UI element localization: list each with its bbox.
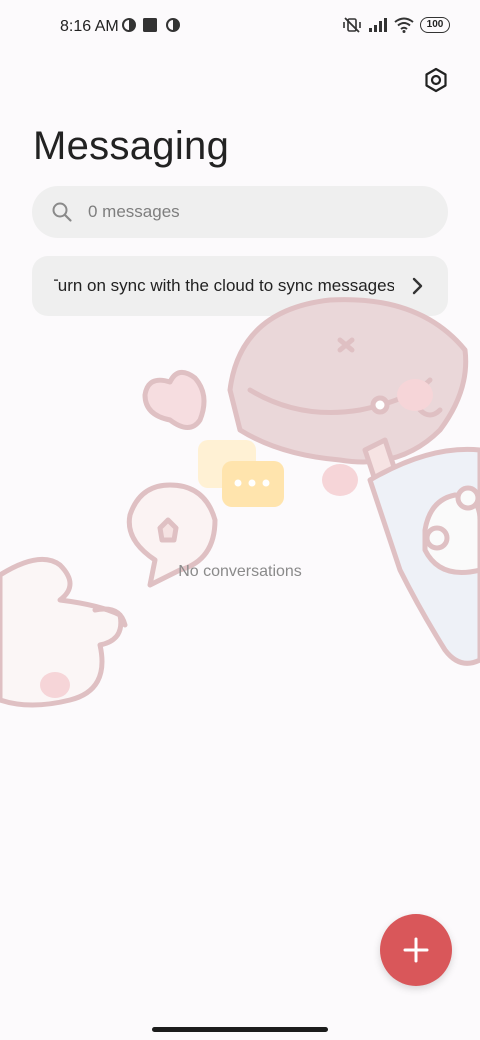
new-message-button[interactable] xyxy=(380,914,452,986)
battery-icon: 100 xyxy=(420,17,450,33)
home-indicator[interactable] xyxy=(152,1027,328,1032)
settings-hexagon-icon xyxy=(425,67,447,93)
page-title: Messaging xyxy=(33,124,230,168)
search-bar[interactable]: 0 messages xyxy=(32,186,448,238)
status-indicators: 100 xyxy=(342,16,450,34)
status-time: 8:16 AM xyxy=(60,18,119,35)
chat-bubbles-icon xyxy=(198,440,284,507)
search-placeholder: 0 messages xyxy=(88,202,180,221)
plus-icon xyxy=(403,937,429,963)
status-bar: 8:16 AM 100 xyxy=(0,0,480,56)
empty-state-text: No conversations xyxy=(178,563,302,580)
signal-icon xyxy=(369,18,387,32)
square-icon xyxy=(143,18,157,32)
wallpaper-illustration xyxy=(0,297,480,708)
wifi-icon xyxy=(394,17,414,33)
theme-icon xyxy=(122,18,136,32)
vibrate-off-icon xyxy=(343,17,361,33)
settings-button[interactable] xyxy=(420,64,452,96)
search-icon xyxy=(52,202,72,222)
messaging-screen: 8:16 AM 100 Messaging 0 messages Turn on… xyxy=(0,0,480,1040)
theme-icon xyxy=(166,18,180,32)
